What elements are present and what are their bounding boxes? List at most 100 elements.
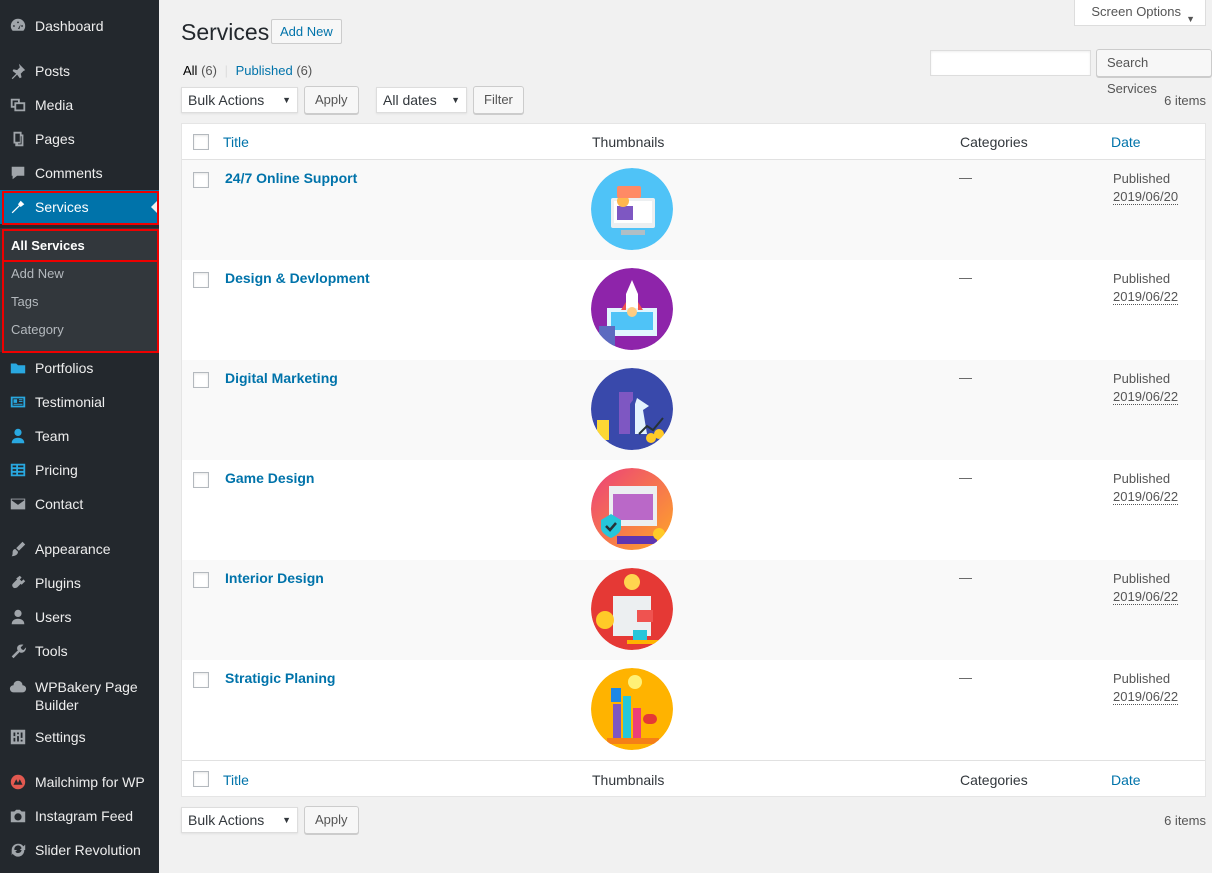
menu-label: Users (35, 609, 72, 625)
column-date-footer[interactable]: Date (1111, 772, 1141, 788)
column-title-header[interactable]: Title (223, 134, 249, 150)
thumbnail-image[interactable] (591, 368, 673, 450)
bulk-actions-select-top[interactable]: Bulk Actions ▼ (181, 87, 298, 113)
folder-icon (0, 359, 35, 377)
row-categories: — (959, 470, 972, 485)
caret-down-icon: ▼ (282, 95, 291, 105)
menu-portfolios[interactable]: Portfolios (0, 351, 159, 385)
row-date: 2019/06/22 (1113, 489, 1179, 505)
column-thumbnails-header: Thumbnails (592, 134, 665, 150)
dates-select[interactable]: All dates ▼ (376, 87, 467, 113)
cloud-icon (0, 678, 35, 696)
row-categories: — (959, 270, 972, 285)
row-checkbox[interactable] (193, 672, 209, 688)
menu-tools[interactable]: Tools (0, 634, 159, 668)
search-input[interactable] (930, 50, 1091, 76)
menu-contact[interactable]: Contact (0, 487, 159, 521)
filter-all[interactable]: All (6) (183, 63, 217, 78)
menu-label: Portfolios (35, 360, 94, 376)
column-date-header[interactable]: Date (1111, 134, 1141, 150)
apply-button-top[interactable]: Apply (304, 86, 359, 114)
bulk-actions-value: Bulk Actions (188, 92, 265, 108)
filter-published[interactable]: Published (6) (236, 63, 313, 78)
add-new-button[interactable]: Add New (271, 19, 342, 44)
row-checkbox[interactable] (193, 372, 209, 388)
menu-testimonial[interactable]: Testimonial (0, 385, 159, 419)
select-all-checkbox[interactable] (193, 134, 209, 150)
menu-posts[interactable]: Posts (0, 54, 159, 88)
submenu-tags[interactable]: Tags (11, 294, 38, 309)
admin-sidebar: Dashboard Posts Media Pages Comments Ser… (0, 0, 159, 873)
wrench-icon (0, 642, 35, 660)
search-services-button[interactable]: Search Services (1096, 49, 1212, 96)
row-title-link[interactable]: Interior Design (225, 570, 324, 586)
menu-settings[interactable]: Settings (0, 720, 159, 754)
row-categories: — (959, 570, 972, 585)
row-date: 2019/06/22 (1113, 389, 1179, 405)
column-title-footer[interactable]: Title (223, 772, 249, 788)
menu-users[interactable]: Users (0, 600, 159, 634)
thumbnail-image[interactable] (591, 668, 673, 750)
bulk-actions-select-bottom[interactable]: Bulk Actions ▼ (181, 807, 298, 833)
menu-services[interactable]: Services (0, 190, 159, 224)
items-count-bottom: 6 items (1164, 813, 1206, 828)
dates-value: All dates (383, 92, 437, 108)
thumbnail-image[interactable] (591, 168, 673, 250)
row-title-link[interactable]: Digital Marketing (225, 370, 338, 386)
menu-wpbakery[interactable]: WPBakery Page Builder (0, 672, 159, 716)
submenu-add-new[interactable]: Add New (11, 266, 64, 281)
row-categories: — (959, 670, 972, 685)
menu-media[interactable]: Media (0, 88, 159, 122)
submenu-all-services[interactable]: All Services (11, 238, 85, 253)
screen-options-button[interactable]: Screen Options ▼ (1074, 0, 1206, 26)
bulk-actions-value: Bulk Actions (188, 812, 265, 828)
row-status: Published (1113, 571, 1171, 586)
row-checkbox[interactable] (193, 472, 209, 488)
menu-label: Pricing (35, 462, 78, 478)
id-card-icon (0, 393, 35, 411)
row-title-link[interactable]: Design & Devlopment (225, 270, 370, 286)
envelope-icon (0, 495, 35, 513)
row-title-link[interactable]: Stratigic Planing (225, 670, 335, 686)
row-title-link[interactable]: 24/7 Online Support (225, 170, 357, 186)
filter-button[interactable]: Filter (473, 86, 524, 114)
menu-label: Pages (35, 131, 75, 147)
menu-label: Dashboard (35, 18, 104, 34)
menu-pricing[interactable]: Pricing (0, 453, 159, 487)
table-row: Interior Design — Published 2019/06/22 (182, 560, 1205, 660)
menu-mailchimp[interactable]: Mailchimp for WP (0, 765, 159, 799)
row-status: Published (1113, 471, 1171, 486)
menu-label: Instagram Feed (35, 808, 134, 824)
thumbnail-image[interactable] (591, 268, 673, 350)
table-icon (0, 461, 35, 479)
apply-button-bottom[interactable]: Apply (304, 806, 359, 834)
menu-dashboard[interactable]: Dashboard (0, 9, 159, 43)
row-date: 2019/06/22 (1113, 289, 1179, 305)
filter-all-count: (6) (201, 63, 217, 78)
menu-comments[interactable]: Comments (0, 156, 159, 190)
row-status: Published (1113, 671, 1171, 686)
page-title: Services (181, 19, 270, 45)
thumbnail-image[interactable] (591, 568, 673, 650)
screen-options-label: Screen Options (1091, 4, 1181, 19)
menu-team[interactable]: Team (0, 419, 159, 453)
hammer-icon (0, 198, 35, 216)
dashboard-icon (0, 17, 35, 35)
row-status: Published (1113, 271, 1171, 286)
menu-instagram-feed[interactable]: Instagram Feed (0, 799, 159, 833)
select-all-checkbox-bottom[interactable] (193, 771, 209, 787)
menu-plugins[interactable]: Plugins (0, 566, 159, 600)
thumbnail-image[interactable] (591, 468, 673, 550)
menu-appearance[interactable]: Appearance (0, 532, 159, 566)
menu-label: Media (35, 97, 74, 113)
submenu-category[interactable]: Category (11, 322, 64, 337)
table-row: Digital Marketing — Published 2019/06/22 (182, 360, 1205, 460)
row-checkbox[interactable] (193, 172, 209, 188)
row-checkbox[interactable] (193, 272, 209, 288)
menu-slider-revolution[interactable]: Slider Revolution (0, 833, 159, 867)
services-submenu: All Services Add New Tags Category (0, 228, 159, 352)
row-checkbox[interactable] (193, 572, 209, 588)
menu-pages[interactable]: Pages (0, 122, 159, 156)
row-title-link[interactable]: Game Design (225, 470, 314, 486)
caret-down-icon: ▼ (1186, 14, 1195, 24)
